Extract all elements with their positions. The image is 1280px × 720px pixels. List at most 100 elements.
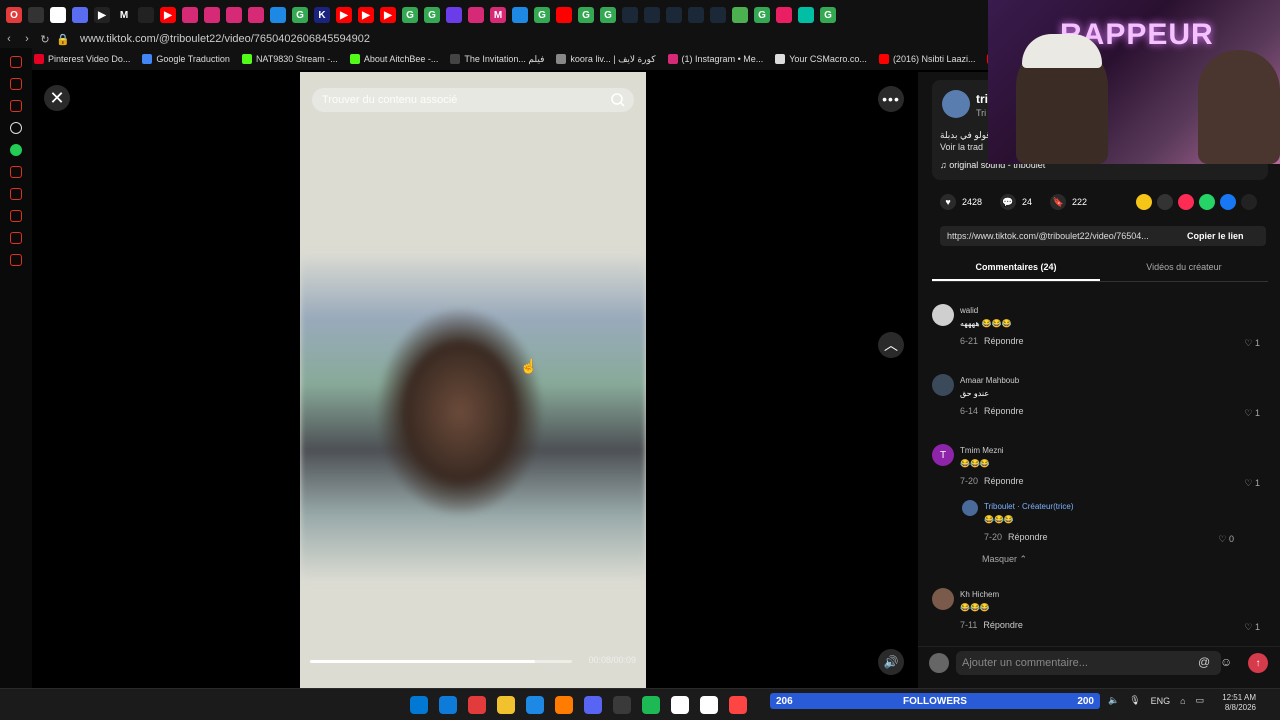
friends-share-icon[interactable] (1136, 194, 1152, 210)
share-arrow-icon[interactable] (1241, 194, 1257, 210)
volume-tray-icon[interactable]: 🔈 (1108, 695, 1119, 706)
browser-tab[interactable] (248, 7, 264, 23)
forward-icon[interactable]: › (18, 33, 36, 45)
bookmark-item[interactable]: About AitchBee -... (349, 54, 438, 64)
comment-like-button[interactable]: ♡ 1 (1244, 408, 1260, 419)
see-translation-link[interactable]: Voir la trad (940, 142, 983, 152)
browser-tab[interactable] (138, 7, 154, 23)
browser-tab[interactable]: G (534, 7, 550, 23)
language-indicator[interactable]: ENG (1151, 696, 1171, 706)
browser-tab[interactable] (622, 7, 638, 23)
search-icon[interactable] (610, 92, 626, 108)
extensions-icon[interactable] (10, 232, 22, 244)
history-icon[interactable] (10, 188, 22, 200)
creator-name[interactable]: tri (976, 92, 988, 106)
browser-tab[interactable]: M (116, 7, 132, 23)
browser-tab[interactable]: G (402, 7, 418, 23)
taskbar-app-icon[interactable] (439, 696, 457, 714)
tab-creator-videos[interactable]: Vidéos du créateur (1100, 262, 1268, 281)
browser-tab[interactable] (556, 7, 572, 23)
browser-tab[interactable] (798, 7, 814, 23)
browser-tab[interactable] (776, 7, 792, 23)
comment-button[interactable]: 💬 24 (1000, 194, 1032, 210)
browser-tab[interactable]: ▶ (94, 7, 110, 23)
browser-tab[interactable] (72, 7, 88, 23)
taskbar-app-icon[interactable] (671, 696, 689, 714)
browser-tab[interactable] (204, 7, 220, 23)
embed-icon[interactable] (1157, 194, 1173, 210)
hide-replies-button[interactable]: Masquer ⌃ (982, 554, 1027, 565)
reply-button[interactable]: Répondre (984, 406, 1024, 416)
comment-author[interactable]: Kh Hichem (960, 590, 999, 599)
post-comment-button[interactable]: ↑ (1248, 653, 1268, 673)
comment-input[interactable] (956, 651, 1221, 675)
browser-tab[interactable] (182, 7, 198, 23)
bookmark-item[interactable]: (1) Instagram • Me... (667, 54, 763, 64)
browser-tab[interactable]: M (490, 7, 506, 23)
save-button[interactable]: 🔖 222 (1050, 194, 1087, 210)
browser-tab[interactable]: ▶ (358, 7, 374, 23)
chatgpt-icon[interactable] (10, 122, 22, 134)
taskbar-app-icon[interactable] (700, 696, 718, 714)
browser-tab[interactable]: ▶ (160, 7, 176, 23)
comment-author[interactable]: Tmim Mezni (960, 446, 1004, 455)
comment-like-button[interactable]: ♡ 1 (1244, 478, 1260, 489)
bookmark-item[interactable]: Your CSMacro.co... (775, 54, 867, 64)
mention-icon[interactable]: @ (1198, 655, 1210, 669)
avatar[interactable] (962, 500, 978, 516)
bookmark-item[interactable]: (2016) Nsibti Laazi... (878, 54, 975, 64)
bookmark-item[interactable]: koora liv... | كورة لايف (556, 54, 656, 65)
whatsapp-icon[interactable] (10, 144, 22, 156)
browser-tab[interactable] (666, 7, 682, 23)
battery-icon[interactable]: ▭ (1196, 695, 1205, 706)
browser-tab[interactable]: G (424, 7, 440, 23)
browser-tab[interactable]: G (292, 7, 308, 23)
related-search-input[interactable]: Trouver du contenu associé (312, 88, 634, 112)
taskbar-app-icon[interactable] (584, 696, 602, 714)
media-icon[interactable] (10, 166, 22, 178)
comment-like-button[interactable]: ♡ 0 (1218, 534, 1234, 545)
taskbar-app-icon[interactable] (497, 696, 515, 714)
avatar[interactable] (932, 374, 954, 396)
browser-tab[interactable]: G (820, 7, 836, 23)
comment-author[interactable]: Triboulet · Créateur(trice) (984, 502, 1074, 511)
comment-author[interactable]: walid (960, 306, 978, 315)
comment-like-button[interactable]: ♡ 1 (1244, 338, 1260, 349)
url-field[interactable]: www.tiktok.com/@triboulet22/video/765040… (80, 33, 370, 45)
comment-author[interactable]: Amaar Mahboub (960, 376, 1019, 385)
browser-tab[interactable] (28, 7, 44, 23)
avatar[interactable]: T (932, 444, 954, 466)
browser-tab[interactable]: ▶ (336, 7, 352, 23)
browser-tab[interactable] (226, 7, 242, 23)
clock[interactable]: 12:51 AM 8/8/2026 (1222, 693, 1256, 713)
network-icon[interactable]: ⌂ (1180, 696, 1185, 706)
messenger-icon[interactable] (10, 78, 22, 90)
reply-button[interactable]: Répondre (984, 476, 1024, 486)
browser-tab[interactable] (50, 7, 66, 23)
back-icon[interactable]: ‹ (0, 33, 18, 45)
browser-tab[interactable] (512, 7, 528, 23)
reply-button[interactable]: Répondre (984, 336, 1024, 346)
tab-comments[interactable]: Commentaires (24) (932, 262, 1100, 281)
browser-tab[interactable] (270, 7, 286, 23)
previous-video-button[interactable]: ︿ (878, 332, 904, 358)
creator-avatar[interactable] (942, 90, 970, 118)
reload-icon[interactable]: ↻ (36, 33, 54, 46)
browser-tab[interactable] (446, 7, 462, 23)
facebook-share-icon[interactable] (1220, 194, 1236, 210)
bookmark-item[interactable]: Google Traduction (142, 54, 230, 64)
reply-button[interactable]: Répondre (983, 620, 1023, 630)
send-share-icon[interactable] (1178, 194, 1194, 210)
bookmark-item[interactable]: Pinterest Video Do... (34, 54, 130, 64)
browser-tab[interactable]: G (578, 7, 594, 23)
browser-tab[interactable] (468, 7, 484, 23)
taskbar-app-icon[interactable] (555, 696, 573, 714)
browser-tab[interactable]: G (600, 7, 616, 23)
browser-tab[interactable]: G (754, 7, 770, 23)
video-progress-bar[interactable] (310, 660, 572, 663)
avatar[interactable] (932, 588, 954, 610)
mic-icon[interactable]: 🎙 (1129, 695, 1140, 706)
bookmark-item[interactable]: NAT9830 Stream -... (241, 54, 338, 64)
more-options-button[interactable]: ••• (878, 86, 904, 112)
download-icon[interactable] (10, 210, 22, 222)
